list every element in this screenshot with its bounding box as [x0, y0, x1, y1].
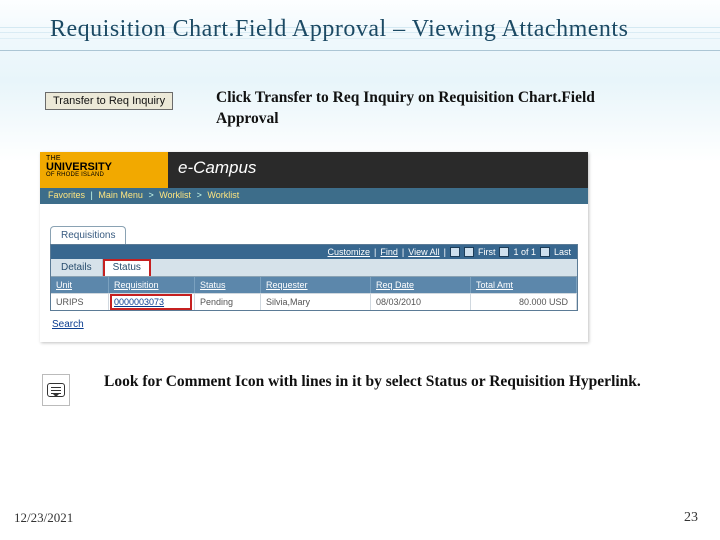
zoom-icon[interactable] — [450, 247, 460, 257]
instruction-text-1: Click Transfer to Req Inquiry on Requisi… — [216, 88, 650, 130]
next-icon[interactable] — [540, 247, 550, 257]
subtab-status[interactable]: Status — [103, 259, 151, 276]
title-underline — [0, 50, 720, 51]
comment-lines-icon — [47, 383, 65, 397]
brand-university: UNIVERSITY — [46, 162, 162, 172]
product-name: e-Campus — [168, 152, 588, 188]
cell-unit: URIPS — [51, 293, 109, 310]
grid-find-link[interactable]: Find — [380, 247, 398, 257]
requisition-link[interactable]: 0000003073 — [114, 297, 164, 307]
ecampus-screenshot: THE UNIVERSITY OF RHODE ISLAND e-Campus … — [40, 152, 588, 342]
col-requisition[interactable]: Requisition — [109, 277, 195, 293]
footer-page-number: 23 — [684, 510, 698, 526]
nav-worklist-1[interactable]: Worklist — [159, 190, 191, 200]
grid-customize-link[interactable]: Customize — [328, 247, 371, 257]
nav-worklist-2[interactable]: Worklist — [207, 190, 239, 200]
col-status[interactable]: Status — [195, 277, 261, 293]
col-total-amt[interactable]: Total Amt — [471, 277, 577, 293]
search-link[interactable]: Search — [52, 319, 84, 330]
requisitions-grid: Customize| Find| View All| First 1 of 1 … — [50, 244, 578, 311]
col-req-date[interactable]: Req Date — [371, 277, 471, 293]
brand-ri: OF RHODE ISLAND — [46, 172, 162, 178]
col-unit[interactable]: Unit — [51, 277, 109, 293]
footer-date: 12/23/2021 — [14, 510, 73, 526]
cell-status: Pending — [195, 293, 261, 310]
grid-last[interactable]: Last — [554, 247, 571, 257]
cell-requester: Silvia,Mary — [261, 293, 371, 310]
transfer-to-req-inquiry-button[interactable]: Transfer to Req Inquiry — [45, 92, 173, 110]
table-row: URIPS 0000003073 Pending Silvia,Mary 08/… — [51, 293, 577, 310]
grid-view-all-link[interactable]: View All — [408, 247, 439, 257]
col-requester[interactable]: Requester — [261, 277, 371, 293]
comment-icon-thumbnail — [42, 374, 70, 406]
instruction-text-2: Look for Comment Icon with lines in it b… — [104, 372, 670, 393]
nav-main-menu[interactable]: Main Menu — [98, 190, 143, 200]
download-icon[interactable] — [464, 247, 474, 257]
grid-range: 1 of 1 — [513, 247, 536, 257]
cell-req-date: 08/03/2010 — [371, 293, 471, 310]
subtab-details[interactable]: Details — [51, 259, 103, 276]
breadcrumb: Favorites | Main Menu > Worklist > Workl… — [40, 188, 588, 204]
prev-icon[interactable] — [499, 247, 509, 257]
cell-total-amt: 80.000 USD — [471, 293, 577, 310]
grid-first[interactable]: First — [478, 247, 496, 257]
page-title: Requisition Chart.Field Approval – Viewi… — [50, 16, 680, 43]
nav-favorites[interactable]: Favorites — [48, 190, 85, 200]
tab-requisitions[interactable]: Requisitions — [50, 226, 126, 244]
uri-logo-block: THE UNIVERSITY OF RHODE ISLAND — [40, 152, 168, 188]
